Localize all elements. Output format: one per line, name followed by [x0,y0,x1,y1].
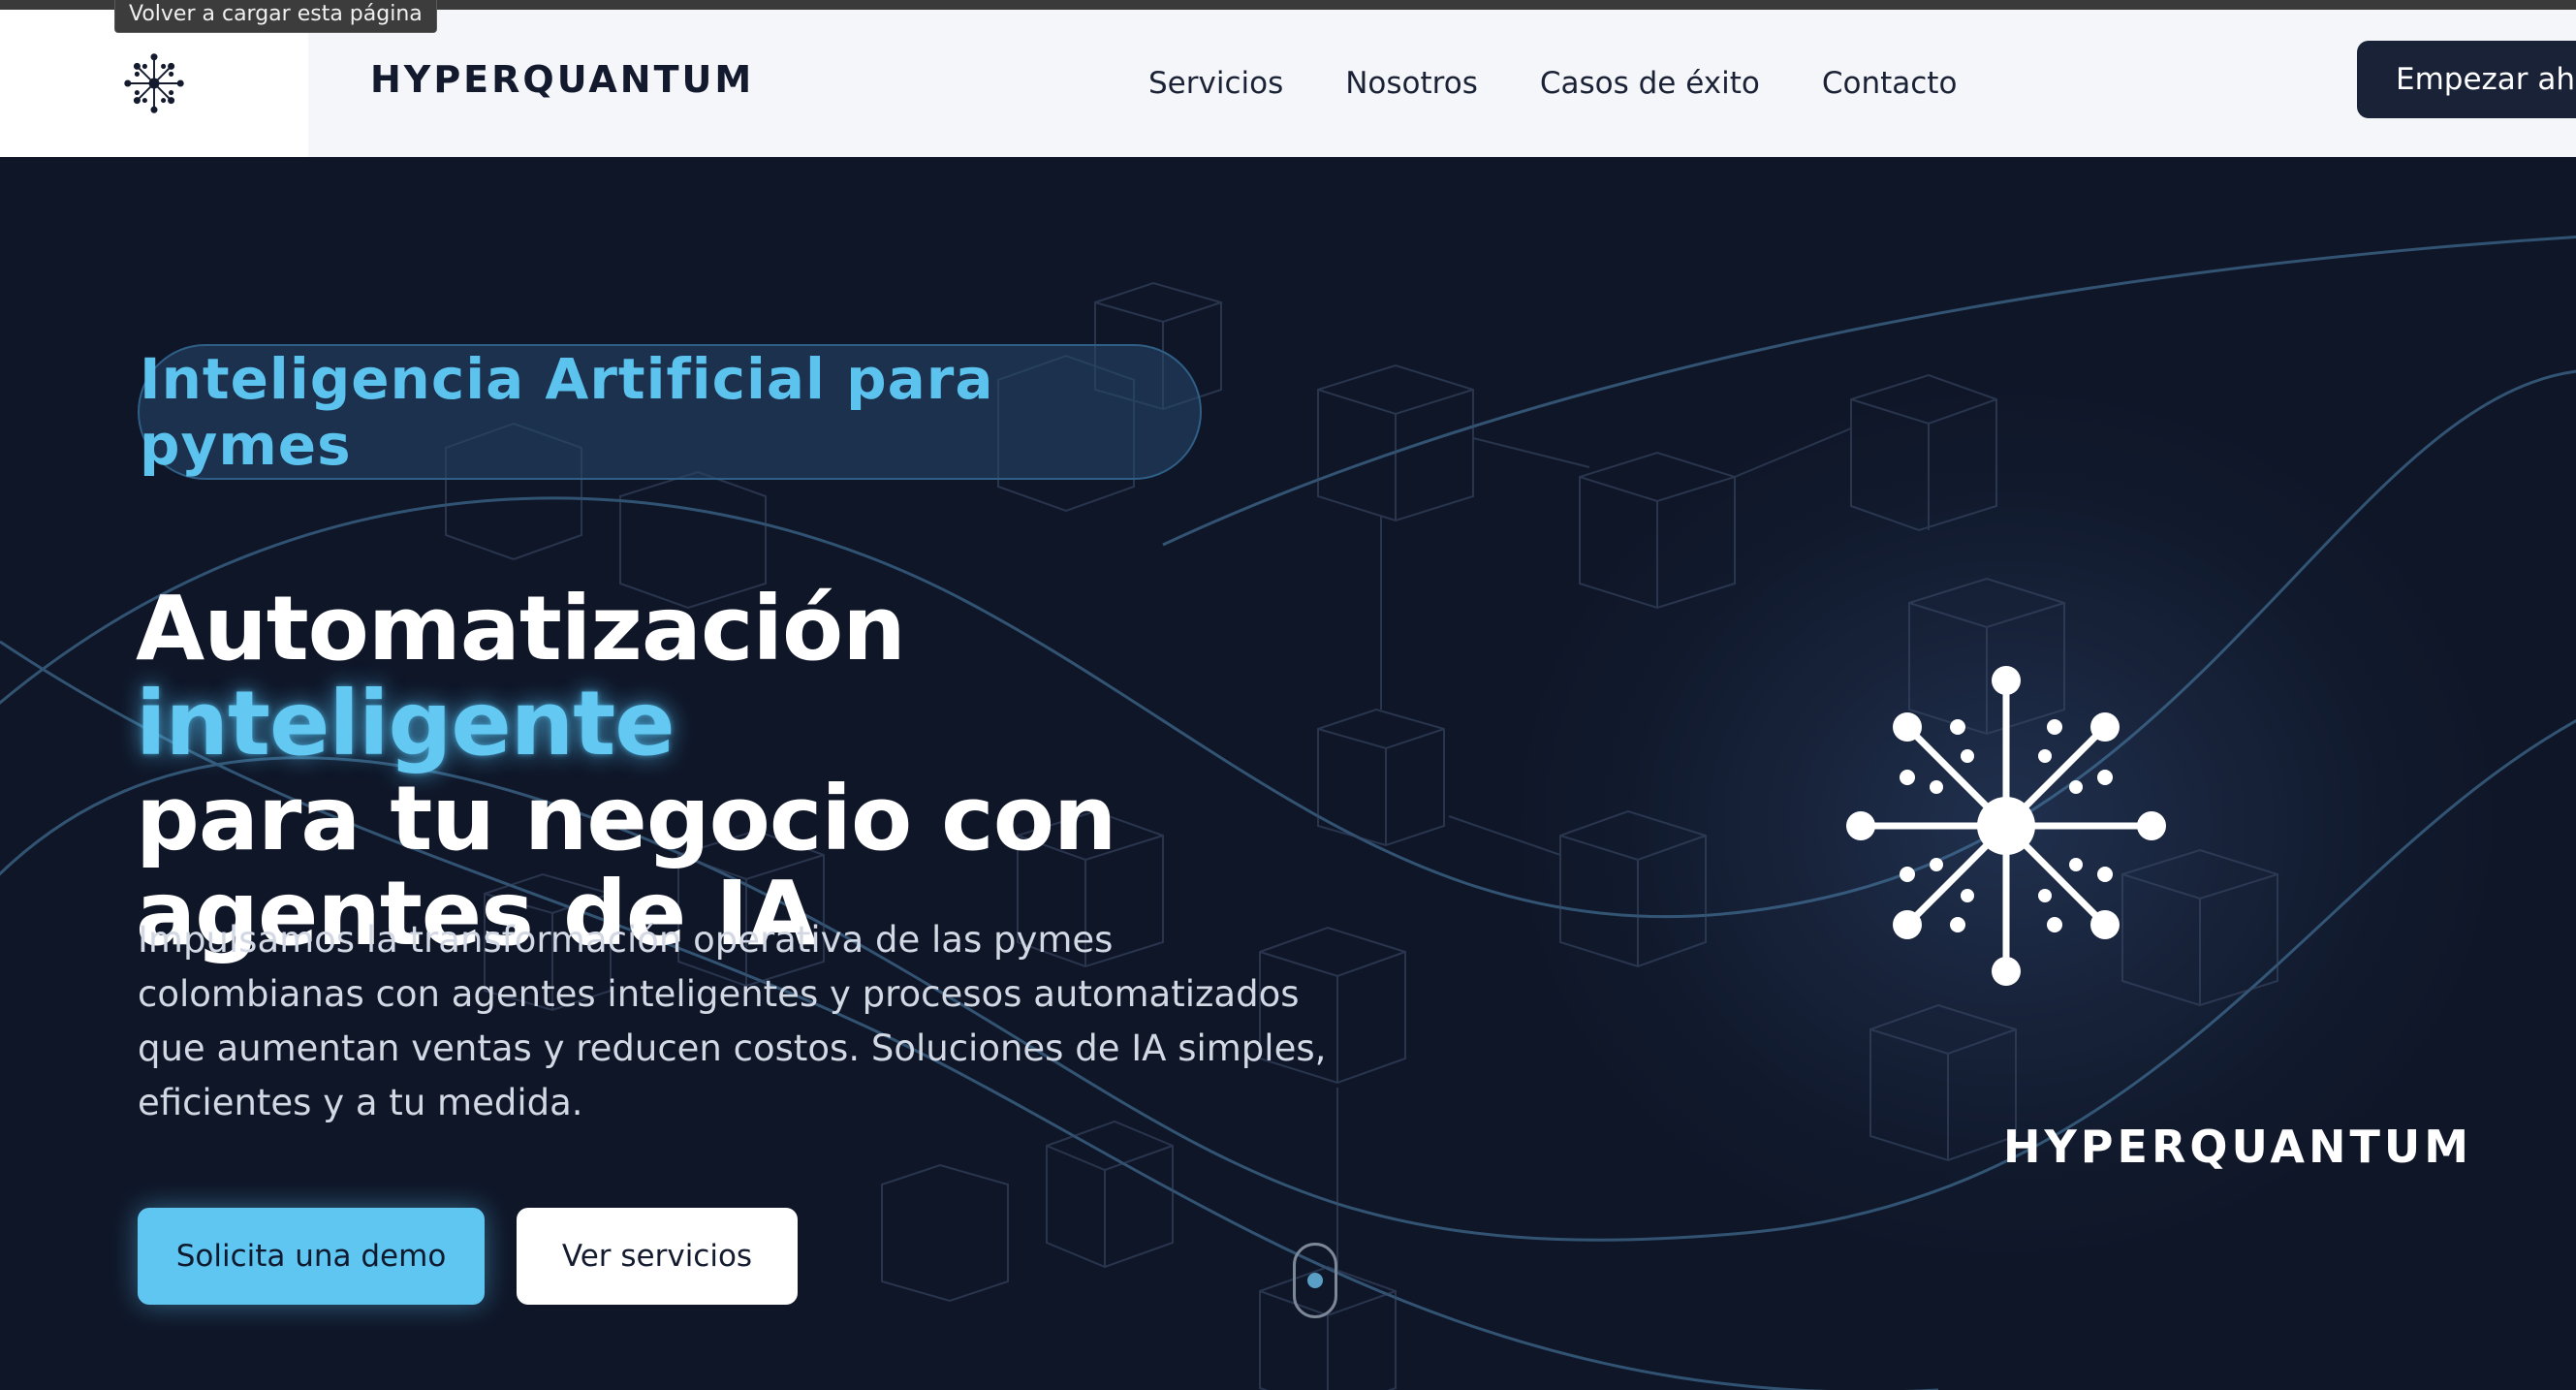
nav-item-nosotros[interactable]: Nosotros [1345,66,1478,101]
view-services-button[interactable]: Ver servicios [517,1208,798,1305]
start-now-button[interactable]: Empezar ahora [2357,41,2576,118]
scroll-indicator-dot [1307,1273,1323,1288]
nav-item-servicios[interactable]: Servicios [1148,66,1283,101]
request-demo-button[interactable]: Solicita una demo [138,1208,485,1305]
nav-item-contacto[interactable]: Contacto [1822,66,1958,101]
reload-tooltip: Volver a cargar esta página [114,0,437,33]
hyperquantum-star-icon [124,53,184,113]
hero-headline: Automatización inteligente para tu negoci… [136,582,1396,962]
hero-brand-name: HYPERQUANTUM [2003,1121,2473,1173]
hero-section: Inteligencia Artificial para pymes Autom… [0,157,2576,1390]
headline-part1: Automatización [136,577,906,680]
nav-item-casos-de-exito[interactable]: Casos de éxito [1540,66,1760,101]
hyperquantum-star-icon [1846,666,2166,986]
brand-name[interactable]: HYPERQUANTUM [370,58,754,101]
hero-badge-label: Inteligencia Artificial para pymes [140,346,994,478]
scroll-indicator[interactable] [1293,1243,1337,1318]
headline-highlight: inteligente [136,672,675,775]
hero-badge: Inteligencia Artificial para pymes [138,344,1202,480]
hero-description: Impulsamos la transformación operativa d… [138,919,1327,1123]
main-nav: Servicios Nosotros Casos de éxito Contac… [1148,66,2019,101]
